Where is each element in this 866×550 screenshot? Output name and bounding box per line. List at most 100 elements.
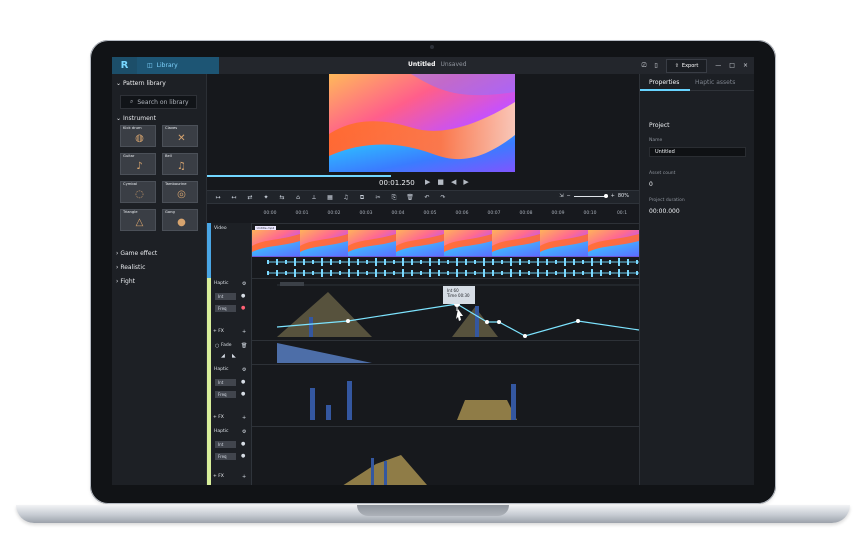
arrows-icon[interactable]: ⇆: [277, 193, 287, 202]
thumb-kick-drum[interactable]: Kick drum ◍: [120, 125, 156, 147]
thumb-label: Claves: [165, 126, 178, 130]
int-button[interactable]: Int: [215, 293, 236, 300]
grid-icon[interactable]: ▦: [325, 193, 335, 202]
dot-icon: ●: [241, 305, 246, 311]
cymbal-icon: ◌: [135, 189, 144, 200]
thumb-bell[interactable]: Bell ♫: [162, 153, 198, 175]
thumb-triangle[interactable]: Triangle △: [120, 209, 156, 231]
settings-icon[interactable]: ⚙: [242, 429, 246, 435]
split-icon[interactable]: ⇄: [245, 193, 255, 202]
fx-label: + FX: [213, 415, 224, 420]
undo-icon[interactable]: ↶: [422, 193, 432, 202]
add-marker-icon[interactable]: ↤: [229, 193, 239, 202]
fade-track-color: [207, 340, 211, 364]
fit-zoom-icon[interactable]: ⇲: [559, 193, 563, 199]
tick-label: 00:05: [423, 211, 437, 216]
game-effect-section[interactable]: › Game effect: [116, 250, 157, 257]
tick-label: 00:08: [519, 211, 533, 216]
stop-icon[interactable]: ■: [437, 178, 444, 186]
thumb-gong[interactable]: Gong ●: [162, 209, 198, 231]
thumb-cymbal[interactable]: Cymbal ◌: [120, 181, 156, 203]
toggle-icon[interactable]: ○: [215, 343, 219, 349]
settings-icon[interactable]: ⚙: [242, 281, 246, 287]
keyframe-icon[interactable]: ⟂: [309, 193, 319, 202]
video-timecode: 00:01.250: [379, 179, 415, 187]
thumb-claves[interactable]: Claves ✕: [162, 125, 198, 147]
freq-button[interactable]: Freq: [215, 453, 236, 460]
transport-controls: ▶ ■ ◀ ▶: [425, 178, 469, 186]
copy-icon[interactable]: ⎘: [389, 193, 399, 202]
guitar-icon: ♪: [136, 161, 143, 172]
waveform-icon[interactable]: ✦: [261, 193, 271, 202]
sidebar-toggle-icon[interactable]: ▯: [654, 62, 657, 69]
thumb-guitar[interactable]: Guitar ♪: [120, 153, 156, 175]
library-search-input[interactable]: ⌕ Search on library: [120, 95, 197, 109]
video-track-graphics: [252, 230, 639, 277]
asset-count-value: 0: [649, 181, 653, 188]
pattern-library-title: ⌄ Pattern library: [116, 80, 166, 87]
next-icon[interactable]: ▶: [463, 178, 468, 186]
delete-icon[interactable]: 🗑: [405, 193, 415, 202]
haptic-track-3-color: [207, 426, 211, 485]
realistic-section[interactable]: › Realistic: [116, 264, 145, 271]
play-icon[interactable]: ▶: [425, 178, 430, 186]
redo-icon[interactable]: ↷: [438, 193, 448, 202]
trash-icon[interactable]: 🗑: [241, 343, 247, 349]
claves-icon: ✕: [177, 133, 186, 144]
asset-count-label: Asset count: [649, 171, 676, 176]
project-name-input[interactable]: Untitled: [649, 147, 746, 157]
export-button[interactable]: ⇪ Export: [665, 58, 708, 73]
fight-section[interactable]: › Fight: [116, 278, 135, 285]
maximize-icon[interactable]: □: [729, 62, 735, 69]
tab-properties[interactable]: Properties: [649, 79, 679, 86]
app-logo: R: [112, 57, 137, 74]
freq-button[interactable]: Freq: [215, 305, 236, 312]
tick-label: 00:09: [551, 211, 565, 216]
thumb-tambourine[interactable]: Tambourine ◎: [162, 181, 198, 203]
tick-label: 00:10: [583, 211, 597, 216]
add-icon[interactable]: +: [242, 415, 246, 421]
settings-icon[interactable]: ⚙: [242, 367, 246, 373]
instrument-section-label: Instrument: [122, 115, 156, 122]
fade-track-header: ○ Fade 🗑 ◢ ◣: [207, 340, 252, 364]
haptic-point-tooltip: Int 60 Time 00:30: [443, 286, 475, 304]
zoom-in-icon[interactable]: +: [611, 193, 615, 199]
tick-label: 00:00: [263, 211, 277, 216]
name-label: Name: [649, 138, 663, 143]
video-file-chip: Untitle.mp4: [255, 226, 276, 230]
fade-in-icon[interactable]: ◢: [221, 353, 225, 359]
tab-haptic-assets[interactable]: Haptic assets: [695, 79, 735, 86]
library-tab[interactable]: ◫ Library: [137, 57, 219, 74]
previous-icon[interactable]: ◀: [451, 178, 456, 186]
int-button[interactable]: Int: [215, 441, 236, 448]
add-icon[interactable]: +: [242, 474, 246, 480]
haptic-track-3-label: Haptic: [214, 429, 229, 434]
minimize-icon[interactable]: —: [715, 62, 721, 69]
haptic-track-color: [207, 278, 211, 340]
haptic-track-3-content: [252, 426, 639, 485]
cut-icon[interactable]: ✂: [373, 193, 383, 202]
fx-label: + FX: [213, 329, 224, 334]
int-button[interactable]: Int: [215, 379, 236, 386]
chevron-down-icon: ⌄: [116, 115, 122, 122]
instrument-section[interactable]: ⌄ Instrument: [116, 115, 156, 122]
marker-icon[interactable]: ⌂: [293, 193, 303, 202]
device-icon[interactable]: ⎚: [642, 62, 647, 70]
fade-track-content: [252, 340, 639, 364]
library-search-placeholder: Search on library: [137, 98, 189, 106]
fight-section-label: Fight: [120, 278, 135, 285]
close-icon[interactable]: ×: [743, 62, 748, 69]
add-start-icon[interactable]: ↦: [213, 193, 223, 202]
add-icon[interactable]: +: [242, 329, 246, 335]
duplicate-icon[interactable]: ⧉: [357, 193, 367, 202]
thumb-label: Cymbal: [123, 182, 137, 186]
zoom-knob[interactable]: [603, 193, 608, 198]
zoom-out-icon[interactable]: −: [566, 193, 570, 199]
export-icon: ⇪: [674, 62, 679, 69]
window-title: Untitled Unsaved: [408, 61, 467, 68]
music-icon[interactable]: ♫: [341, 193, 351, 202]
zoom-slider[interactable]: [573, 193, 608, 198]
project-section-title: Project: [649, 122, 670, 129]
fade-out-icon[interactable]: ◣: [232, 353, 236, 359]
freq-button[interactable]: Freq: [215, 391, 236, 398]
